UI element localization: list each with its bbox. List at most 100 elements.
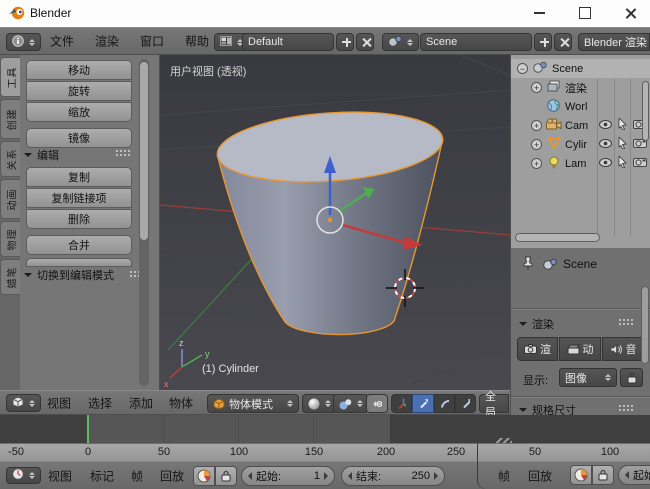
shelf-scrollbar-thumb[interactable] <box>139 61 149 241</box>
expand-icon[interactable]: + <box>531 139 542 150</box>
timeline-menu-frame[interactable]: 帧 <box>131 467 143 484</box>
end-frame-field[interactable]: 结束: 250 <box>341 466 445 486</box>
close-button[interactable] <box>614 0 648 26</box>
render-audio-button[interactable]: 音 <box>602 337 644 361</box>
shelf-tab-animation[interactable]: 动画 <box>0 179 20 219</box>
menu-window[interactable]: 窗口 <box>140 33 164 50</box>
render-animation-button[interactable]: 动 <box>559 337 601 361</box>
outliner-row-world[interactable]: Worl <box>511 97 650 116</box>
editor-type-selector-3dview[interactable] <box>6 394 41 412</box>
manipulator-scale-button[interactable] <box>455 394 476 413</box>
timeline2-menu-frame[interactable]: 帧 <box>498 467 510 484</box>
add-scene-button[interactable] <box>534 33 552 51</box>
timeline-menu-marker[interactable]: 标记 <box>90 467 114 484</box>
scene-dropdown[interactable]: Scene <box>420 33 532 51</box>
lock-toggle-button[interactable] <box>592 465 614 485</box>
lock-toggle-button[interactable] <box>215 466 237 486</box>
selectability-cursor-icon[interactable] <box>617 156 627 171</box>
menu-render[interactable]: 渲染 <box>95 33 119 50</box>
editor-type-selector-timeline[interactable] <box>6 467 41 484</box>
view3d-menu-add[interactable]: 添加 <box>129 394 153 411</box>
display-mode-dropdown[interactable]: 图像 <box>559 368 617 387</box>
shelf-tab-create[interactable]: 创建 <box>0 99 20 139</box>
time-toggle-button[interactable] <box>570 465 592 485</box>
rotate-button[interactable]: 旋转 <box>26 81 132 101</box>
render-image-button[interactable]: 渲 <box>517 337 558 361</box>
outliner-vscrollbar-thumb[interactable] <box>642 81 649 141</box>
view3d-menu-select[interactable]: 选择 <box>88 394 112 411</box>
scale-button[interactable]: 缩放 <box>26 102 132 122</box>
shelf-tab-physics[interactable]: 物理 <box>0 221 20 257</box>
shelf-tab-tools[interactable]: 工具 <box>0 57 20 97</box>
renderability-camera-icon[interactable] <box>633 157 647 170</box>
edit-mode-section-header[interactable]: 切换到编辑模式 <box>24 267 114 283</box>
panel-grip-icon[interactable] <box>116 150 118 152</box>
render-engine-dropdown[interactable]: Blender 渲染 <box>578 33 650 51</box>
duplicate-button[interactable]: 复制 <box>26 167 132 187</box>
3d-scene[interactable]: zyx <box>160 55 510 390</box>
manipulator-translate-button[interactable] <box>412 394 434 413</box>
time-toggle-button[interactable] <box>193 466 215 486</box>
panel-grip-icon[interactable] <box>619 319 621 321</box>
minimize-button[interactable] <box>522 0 556 26</box>
decrement-icon[interactable] <box>348 472 352 480</box>
edit-section-header[interactable]: 编辑 <box>24 147 59 163</box>
screen-layout-dropdown[interactable]: Default <box>242 33 334 51</box>
visibility-eye-icon[interactable] <box>599 158 612 170</box>
outliner-row-camera[interactable]: + Cam <box>511 116 650 135</box>
shelf-tab-relations[interactable]: 关系 <box>0 141 20 177</box>
delete-layout-button[interactable] <box>356 33 374 51</box>
timeline-menu-view[interactable]: 视图 <box>48 467 72 484</box>
visibility-eye-icon[interactable] <box>599 139 612 151</box>
outliner-row-renderlayers[interactable]: + 渲染 <box>511 78 650 97</box>
decrement-icon[interactable] <box>625 471 629 479</box>
timeline2-ruler[interactable]: 50 100 <box>478 443 650 461</box>
expand-icon[interactable]: + <box>531 82 542 93</box>
duplicate-linked-button[interactable]: 复制链接项 <box>26 188 132 208</box>
delete-scene-button[interactable] <box>554 33 572 51</box>
expand-icon[interactable]: + <box>531 120 542 131</box>
pin-icon[interactable] <box>521 256 534 276</box>
selectability-cursor-icon[interactable] <box>617 118 627 133</box>
visibility-eye-icon[interactable] <box>599 120 612 132</box>
partial-button[interactable] <box>26 258 132 267</box>
playhead-marker[interactable] <box>87 415 89 443</box>
render-panel-header[interactable]: 渲染 <box>519 316 554 332</box>
increment-icon[interactable] <box>324 472 328 480</box>
maximize-button[interactable] <box>568 0 602 26</box>
translate-button[interactable]: 移动 <box>26 60 132 80</box>
menu-help[interactable]: 帮助 <box>185 33 209 50</box>
timeline-menu-playback[interactable]: 回放 <box>160 467 184 484</box>
manipulator-axis-button[interactable] <box>391 394 412 413</box>
start-frame-field[interactable]: 起始: 1 <box>241 466 335 486</box>
collapse-icon[interactable]: − <box>517 63 528 74</box>
lock-interface-button[interactable] <box>620 368 643 387</box>
outliner-hscrollbar-thumb[interactable] <box>515 233 600 242</box>
menu-file[interactable]: 文件 <box>50 33 74 50</box>
outliner-row-lamp[interactable]: + Lam <box>511 154 650 173</box>
transform-orientation-dropdown[interactable]: 全局 <box>479 394 509 413</box>
outliner-row-scene[interactable]: − Scene <box>511 59 650 78</box>
manipulator-toggle-button[interactable] <box>366 394 388 413</box>
increment-icon[interactable] <box>434 472 438 480</box>
timeline2-menu-playback[interactable]: 回放 <box>528 467 552 484</box>
interaction-mode-dropdown[interactable]: 物体模式 <box>207 394 299 413</box>
join-button[interactable]: 合并 <box>26 235 132 255</box>
pivot-point-dropdown[interactable] <box>333 394 369 413</box>
panel-grip-icon[interactable] <box>619 405 621 407</box>
selectability-cursor-icon[interactable] <box>617 137 627 152</box>
viewport-shading-dropdown[interactable] <box>302 394 337 413</box>
editor-type-selector-info[interactable] <box>6 33 41 51</box>
shelf-tab-grease-pencil[interactable]: 蜡笔 <box>0 259 20 295</box>
outliner-row-cylinder[interactable]: + Cylir <box>511 135 650 154</box>
manipulator-rotate-button[interactable] <box>434 394 455 413</box>
view3d-menu-view[interactable]: 视图 <box>47 394 71 411</box>
scene-icon-button[interactable] <box>382 33 419 51</box>
view3d-menu-object[interactable]: 物体 <box>169 394 193 411</box>
delete-object-button[interactable]: 删除 <box>26 209 132 229</box>
expand-icon[interactable]: + <box>531 158 542 169</box>
properties-scrollbar-thumb[interactable] <box>641 286 649 364</box>
decrement-icon[interactable] <box>248 472 252 480</box>
viewport-3d[interactable]: zyx 用户视图 (透视) (1) Cylinder <box>160 55 510 390</box>
start-frame-field[interactable]: 起始: <box>618 465 650 485</box>
